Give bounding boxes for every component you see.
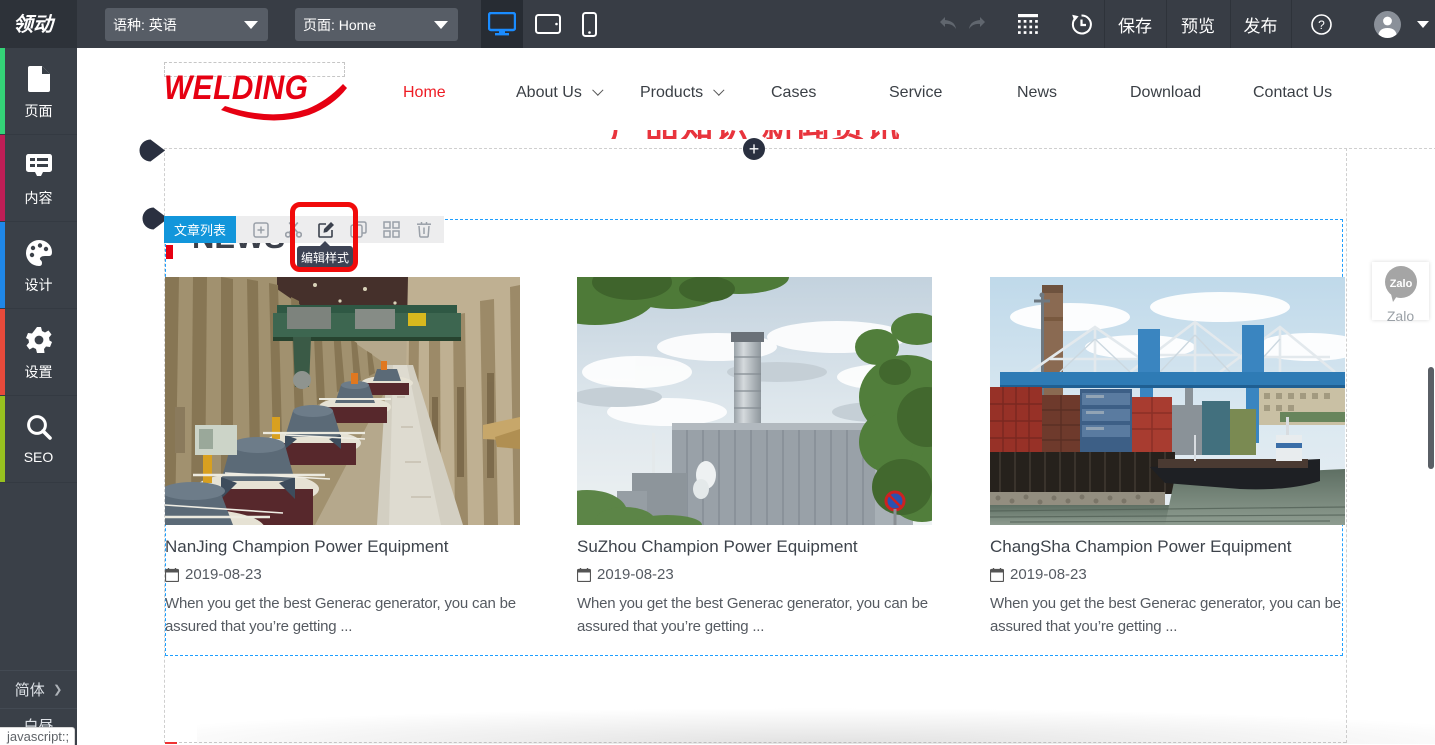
svg-text:Zalo: Zalo bbox=[1390, 278, 1413, 290]
svg-text:?: ? bbox=[1318, 18, 1325, 32]
svg-text:领动: 领动 bbox=[13, 13, 56, 36]
